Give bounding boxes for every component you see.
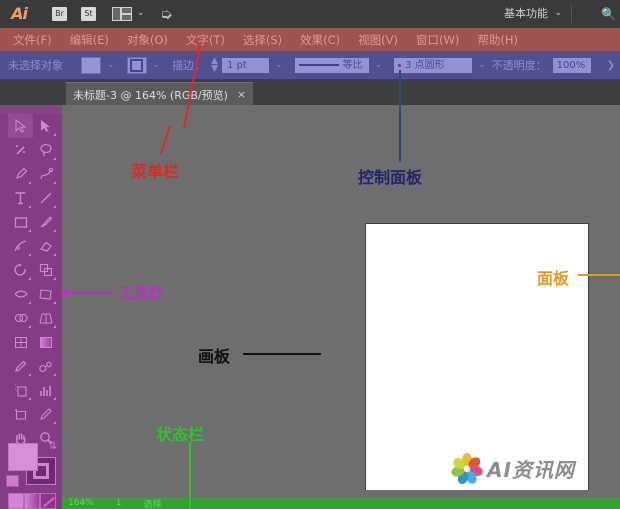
document-tab-strip: 未标题-3 @ 164% (RGB/预览) × [0,79,620,106]
callout-line-control-panel [399,70,401,162]
bridge-button[interactable]: Br [52,7,67,21]
annotation-menubar: 菜单栏 [131,162,180,181]
tab-strip-left-stub [0,79,62,105]
menu-bar-highlight-overlay [0,28,620,51]
arrange-documents-icon[interactable] [112,7,132,21]
tools-panel: ⇅ [0,105,62,509]
close-icon[interactable]: × [237,88,246,101]
annotation-toolbar: 工具栏 [119,284,165,302]
illustrator-window: Ai Br St ⌄ ➭ 基本功能 ⌄ 🔍 文件(F) 编辑(E) 对象(O) … [0,0,620,509]
status-bar: 164% 1 选择 [62,497,620,509]
annotation-artboard: 画板 [198,347,231,366]
workspace-switcher-label[interactable]: 基本功能 [504,6,548,22]
watermark-text: AI资讯网 [487,457,575,482]
workspace-chevron-down-icon[interactable]: ⌄ [554,8,562,18]
callout-line-statusbar [189,442,191,509]
flower-logo-icon [450,453,484,486]
illustrator-logo-icon: Ai [11,4,28,23]
status-bar-highlight-overlay [62,497,620,509]
tools-panel-highlight-overlay [0,105,62,509]
annotation-panel: 面板 [537,269,570,288]
control-panel: 未选择对象 ⌄ ⌄ 描边： ▲▼ 1 pt ⌄ 等比 ⌄ 3 点圆形 ⌄ 不透明… [0,51,620,79]
document-tab-title: 未标题-3 @ 164% (RGB/预览) [73,88,228,102]
menu-bar: 文件(F) 编辑(E) 对象(O) 文字(T) 选择(S) 效果(C) 视图(V… [0,28,620,51]
callout-arrow-toolbar [60,288,67,298]
document-tab[interactable]: 未标题-3 @ 164% (RGB/预览) × [66,82,254,106]
stock-button[interactable]: St [81,7,96,21]
chevron-down-icon[interactable]: ⌄ [137,8,145,18]
annotation-statusbar: 状态栏 [156,425,205,444]
callout-line-panel [578,274,620,276]
control-panel-highlight-overlay [0,51,620,79]
callout-line-artboard [243,353,321,355]
annotation-control-panel: 控制面板 [358,168,423,187]
callout-line-toolbar [64,292,116,294]
watermark: AI资讯网 [450,452,612,486]
search-icon[interactable]: 🔍 [601,6,616,22]
appbar-divider [571,5,572,23]
home-bird-icon[interactable]: ➭ [160,5,186,23]
application-bar: Ai Br St ⌄ ➭ 基本功能 ⌄ 🔍 [0,0,620,28]
